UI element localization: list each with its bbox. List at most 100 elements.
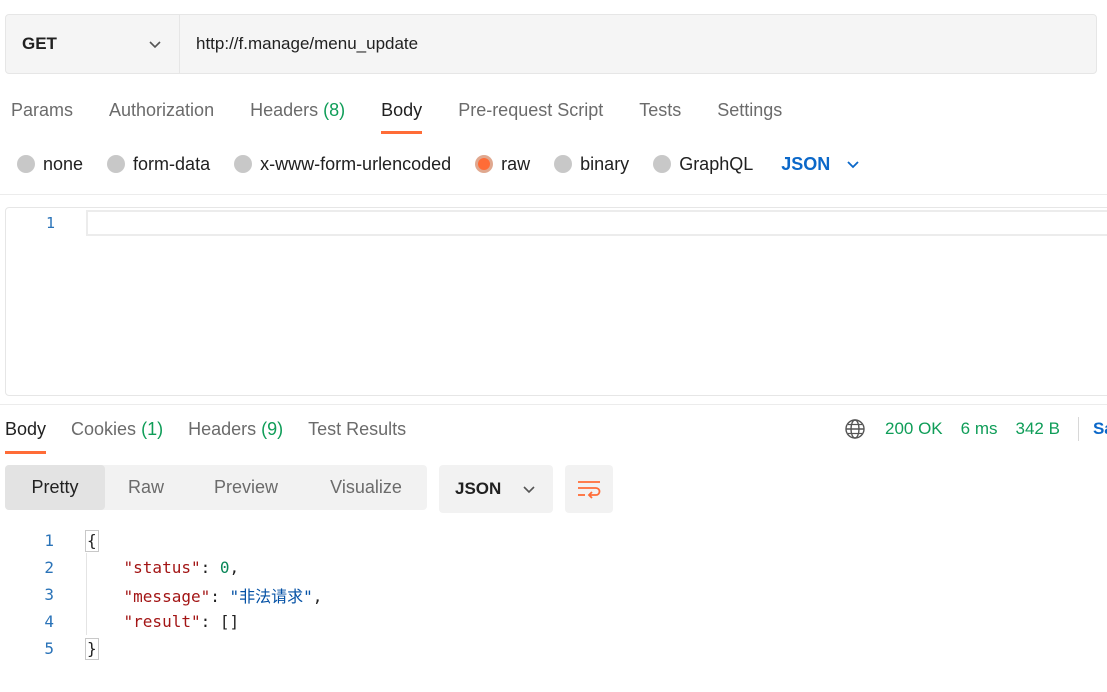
response-status-bar: 200 OK 6 ms 342 B Sa [844,416,1107,442]
json-value: 0 [219,558,230,577]
radio-form-data[interactable]: form-data [107,154,210,175]
line-number: 1 [44,531,54,550]
body-format-select[interactable]: JSON [781,154,862,175]
request-body-editor[interactable]: 1 [5,207,1107,396]
view-pretty[interactable]: Pretty [5,465,105,510]
body-type-options: none form-data x-www-form-urlencoded raw… [17,150,862,178]
tab-cookies-label: Cookies [71,419,137,439]
chevron-down-icon [149,41,161,49]
divider [0,194,1107,195]
line-number: 2 [44,558,54,577]
view-visualize[interactable]: Visualize [305,465,427,510]
radio-form-data-label: form-data [133,153,211,174]
view-preview-label: Preview [213,477,279,497]
code-text: "result": [] [123,612,240,631]
radio-raw-circle[interactable] [475,155,494,173]
tab-pre-request-script-label: Pre-request Script [458,100,604,120]
tab-response-body[interactable]: Body [5,416,47,454]
active-line-highlight [86,210,1107,236]
tab-cookies[interactable]: Cookies (1) [71,416,163,454]
request-tabs: Params Authorization Headers (8) Body Pr… [11,96,818,136]
tab-authorization[interactable]: Authorization [109,96,214,136]
radio-graphql[interactable]: GraphQL [653,154,753,175]
code-line: 4 "result": [] [0,608,239,635]
tab-pre-request-script[interactable]: Pre-request Script [458,96,603,136]
headers-count: (8) [323,100,346,120]
view-pretty-label: Pretty [31,477,79,497]
tab-body-label: Body [381,100,423,120]
radio-binary-circle[interactable] [554,155,573,173]
code-text: { [85,529,99,552]
code-line: 3 "message": "非法请求", [0,581,322,608]
radio-urlencoded[interactable]: x-www-form-urlencoded [234,154,451,175]
tab-tests[interactable]: Tests [639,96,681,136]
view-preview[interactable]: Preview [187,465,305,510]
view-visualize-label: Visualize [330,477,402,497]
request-url-bar: GET http://f.manage/menu_update [5,14,1097,74]
radio-none-circle[interactable] [17,155,35,173]
tab-response-headers[interactable]: Headers (9) [188,416,283,454]
response-view-modes: Pretty Raw Preview Visualize [5,465,427,510]
line-number: 4 [44,612,54,631]
tab-body[interactable]: Body [381,96,423,136]
tab-headers[interactable]: Headers (8) [250,96,345,136]
divider [1077,417,1079,441]
chevron-down-icon [523,486,535,494]
json-value: "非法请求" [229,586,313,606]
code-line: 1 { [0,527,99,554]
status-code[interactable]: 200 OK [885,419,943,439]
tab-response-body-label: Body [5,419,47,439]
radio-urlencoded-label: x-www-form-urlencoded [260,153,452,174]
radio-none[interactable]: none [17,154,83,175]
response-format-select[interactable]: JSON [439,465,553,513]
response-format-label: JSON [455,479,502,498]
code-text: } [85,637,99,660]
radio-urlencoded-circle[interactable] [234,155,253,173]
response-headers-count: (9) [261,419,284,439]
code-text: "message": "非法请求", [123,586,323,606]
tab-headers-label: Headers [250,100,319,120]
code-line: 2 "status": 0, [0,554,239,581]
wrap-lines-button[interactable] [565,465,613,513]
url-input[interactable]: http://f.manage/menu_update [180,15,1096,73]
globe-icon[interactable] [844,418,866,440]
line-number: 1 [46,214,56,232]
line-number: 3 [44,585,54,604]
url-value: http://f.manage/menu_update [196,34,419,53]
tab-settings[interactable]: Settings [717,96,782,136]
method-label: GET [22,34,57,53]
tab-response-headers-label: Headers [188,419,257,439]
response-body-viewer[interactable]: 1 { 2 "status": 0, 3 "message": "非法请求", … [0,527,322,662]
open-brace: { [85,529,99,552]
radio-raw[interactable]: raw [475,154,530,175]
code-text: "status": 0, [123,558,240,577]
save-response-button[interactable]: Sa [1093,419,1107,439]
radio-raw-label: raw [501,153,531,174]
tab-tests-label: Tests [639,100,682,120]
radio-form-data-circle[interactable] [107,155,126,173]
code-line: 5 } [0,635,99,662]
wrap-lines-icon [578,481,601,499]
radio-raw-dot [478,158,491,170]
close-brace: } [85,637,99,660]
json-value: [] [219,612,240,631]
radio-binary[interactable]: binary [554,154,629,175]
tab-params[interactable]: Params [11,96,73,136]
radio-graphql-label: GraphQL [679,153,754,174]
tab-settings-label: Settings [717,100,783,120]
tab-test-results[interactable]: Test Results [308,416,406,454]
line-number: 5 [44,639,54,658]
response-tabs: Body Cookies (1) Headers (9) Test Result… [5,416,431,454]
response-size[interactable]: 342 B [1016,419,1060,439]
radio-binary-label: binary [580,153,630,174]
tab-test-results-label: Test Results [308,419,407,439]
view-raw[interactable]: Raw [105,465,187,510]
json-key: "status" [123,558,201,577]
body-format-label: JSON [781,153,831,174]
response-time[interactable]: 6 ms [961,419,998,439]
radio-none-label: none [43,153,84,174]
method-select[interactable]: GET [6,15,180,73]
cookies-count: (1) [141,419,164,439]
tab-params-label: Params [11,100,74,120]
radio-graphql-circle[interactable] [653,155,672,173]
